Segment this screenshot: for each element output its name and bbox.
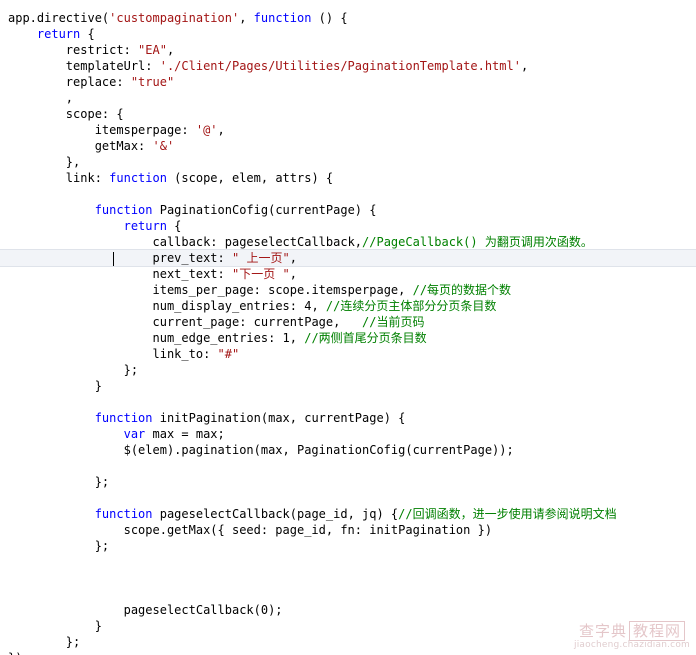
code-line[interactable]: scope.getMax({ seed: page_id, fn: initPa… [0, 522, 696, 538]
code-line-text: return { [36, 27, 95, 41]
code-line[interactable]: restrict: "EA", [0, 42, 696, 58]
code-line[interactable]: next_text: "下一页 ", [0, 266, 696, 282]
code-line[interactable]: return { [0, 26, 696, 42]
code-line[interactable] [0, 554, 696, 570]
code-line[interactable]: link: function (scope, elem, attrs) { [0, 170, 696, 186]
text-caret [113, 252, 114, 266]
code-line-text: return { [123, 219, 182, 233]
code-line-text: }); [8, 651, 30, 655]
code-line-text: templateUrl: './Client/Pages/Utilities/P… [65, 59, 529, 73]
code-line[interactable] [0, 186, 696, 202]
code-line[interactable] [0, 490, 696, 506]
code-line-text: , [65, 91, 74, 105]
code-line-text: next_text: "下一页 ", [152, 267, 297, 281]
code-editor[interactable]: app.directive('custompagination', functi… [0, 0, 696, 655]
code-line[interactable]: var max = max; [0, 426, 696, 442]
code-line[interactable]: num_display_entries: 4, //连续分页主体部分分页条目数 [0, 298, 696, 314]
code-line-text: link: function (scope, elem, attrs) { [65, 171, 334, 185]
code-line[interactable]: }; [0, 634, 696, 650]
code-line-text: var max = max; [123, 427, 225, 441]
code-line[interactable]: function pageselectCallback(page_id, jq)… [0, 506, 696, 522]
code-line[interactable]: scope: { [0, 106, 696, 122]
code-line[interactable] [0, 458, 696, 474]
code-line[interactable]: }); [0, 650, 696, 655]
code-line-text: prev_text: " 上一页", [152, 251, 297, 265]
code-line[interactable]: link_to: "#" [0, 346, 696, 362]
code-line[interactable] [0, 586, 696, 602]
code-line-text: restrict: "EA", [65, 43, 175, 57]
code-line[interactable]: replace: "true" [0, 74, 696, 90]
code-line[interactable]: getMax: '&' [0, 138, 696, 154]
code-line-text: function PaginationCofig(currentPage) { [94, 203, 377, 217]
code-line[interactable]: items_per_page: scope.itemsperpage, //每页… [0, 282, 696, 298]
code-line[interactable]: prev_text: " 上一页", [0, 249, 696, 267]
code-line[interactable]: }, [0, 154, 696, 170]
code-line[interactable]: app.directive('custompagination', functi… [0, 10, 696, 26]
code-line-text: replace: "true" [65, 75, 175, 89]
code-line[interactable]: pageselectCallback(0); [0, 602, 696, 618]
code-line[interactable]: }; [0, 538, 696, 554]
code-line[interactable]: callback: pageselectCallback,//PageCallb… [0, 234, 696, 250]
code-line-text: $(elem).pagination(max, PaginationCofig(… [123, 443, 514, 457]
code-line-text: link_to: "#" [152, 347, 240, 361]
code-line[interactable]: } [0, 618, 696, 634]
code-line[interactable]: } [0, 378, 696, 394]
code-line-text: function pageselectCallback(page_id, jq)… [94, 507, 617, 521]
code-line-text: }; [65, 635, 81, 649]
code-line[interactable]: itemsperpage: '@', [0, 122, 696, 138]
code-line[interactable]: }; [0, 474, 696, 490]
code-line[interactable]: current_page: currentPage, //当前页码 [0, 314, 696, 330]
code-line-text: } [94, 379, 102, 393]
code-line[interactable]: $(elem).pagination(max, PaginationCofig(… [0, 442, 696, 458]
code-line-text: app.directive('custompagination', functi… [8, 11, 348, 25]
code-line[interactable] [0, 394, 696, 410]
code-line-text: pageselectCallback(0); [123, 603, 283, 617]
code-line-text: num_display_entries: 4, //连续分页主体部分分页条目数 [152, 299, 497, 313]
code-line[interactable] [0, 570, 696, 586]
code-line[interactable]: num_edge_entries: 1, //两侧首尾分页条目数 [0, 330, 696, 346]
code-line-text: num_edge_entries: 1, //两侧首尾分页条目数 [152, 331, 427, 345]
code-line-text: callback: pageselectCallback,//PageCallb… [152, 235, 593, 249]
code-line[interactable]: return { [0, 218, 696, 234]
code-line-text: items_per_page: scope.itemsperpage, //每页… [152, 283, 512, 297]
code-line-text: getMax: '&' [94, 139, 175, 153]
code-line-text: }; [94, 539, 110, 553]
code-line-text: }; [123, 363, 139, 377]
code-line-text: itemsperpage: '@', [94, 123, 225, 137]
code-line-text: current_page: currentPage, //当前页码 [152, 315, 425, 329]
code-line[interactable]: function initPagination(max, currentPage… [0, 410, 696, 426]
code-line[interactable]: templateUrl: './Client/Pages/Utilities/P… [0, 58, 696, 74]
code-line-text: function initPagination(max, currentPage… [94, 411, 406, 425]
code-line-text: scope.getMax({ seed: page_id, fn: initPa… [123, 523, 493, 537]
code-line-text: }; [94, 475, 110, 489]
code-line-text: scope: { [65, 107, 124, 121]
code-lines-container[interactable]: app.directive('custompagination', functi… [0, 10, 696, 655]
code-line[interactable]: }; [0, 362, 696, 378]
code-line[interactable]: function PaginationCofig(currentPage) { [0, 202, 696, 218]
code-line[interactable]: , [0, 90, 696, 106]
code-line-text: } [94, 619, 102, 633]
code-line-text: }, [65, 155, 81, 169]
